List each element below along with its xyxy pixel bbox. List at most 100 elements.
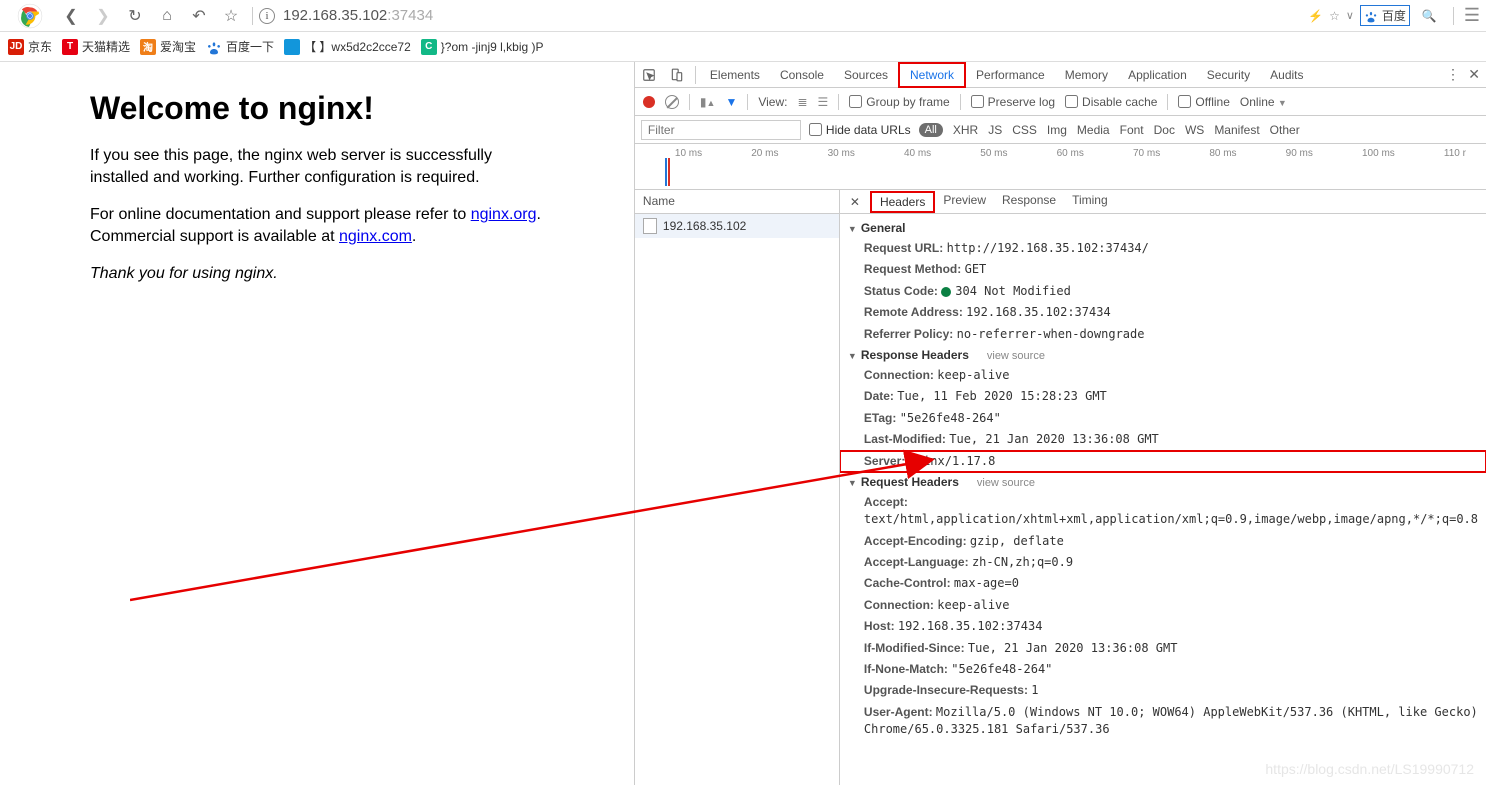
- undo-button[interactable]: ↶: [184, 2, 214, 30]
- bookmark-icon: T: [62, 39, 78, 55]
- offline-checkbox[interactable]: Offline: [1178, 95, 1229, 109]
- menu-icon[interactable]: ☰: [1464, 5, 1480, 26]
- record-button[interactable]: [643, 96, 655, 108]
- search-icon[interactable]: 🔍: [1422, 9, 1437, 23]
- tab-elements[interactable]: Elements: [700, 62, 770, 88]
- filter-input[interactable]: [641, 120, 801, 140]
- filter-type-all[interactable]: All: [919, 123, 943, 137]
- section-response-headers[interactable]: Response Headersview source: [840, 345, 1486, 365]
- header-row: Date: Tue, 11 Feb 2020 15:28:23 GMT: [840, 386, 1486, 407]
- preserve-log-checkbox[interactable]: Preserve log: [971, 95, 1055, 109]
- devtools-more-icon[interactable]: ⋮: [1446, 66, 1460, 83]
- devtools-close-icon[interactable]: ✕: [1468, 66, 1480, 83]
- clear-button[interactable]: [665, 95, 679, 109]
- tab-security[interactable]: Security: [1197, 62, 1260, 88]
- bookmark-item[interactable]: 淘爱淘宝: [140, 38, 196, 55]
- link-nginx-org[interactable]: nginx.org: [471, 206, 537, 223]
- bookmark-icon: [206, 39, 222, 55]
- tab-application[interactable]: Application: [1118, 62, 1197, 88]
- timeline-marker: [665, 158, 667, 186]
- request-list: Name 192.168.35.102: [635, 190, 840, 785]
- chevron-down-icon[interactable]: ∨: [1346, 9, 1354, 22]
- close-detail-icon[interactable]: ✕: [844, 195, 866, 209]
- filter-type-js[interactable]: JS: [988, 123, 1002, 137]
- page-content: Welcome to nginx! If you see this page, …: [0, 62, 634, 785]
- separator: [695, 66, 696, 84]
- tab-memory[interactable]: Memory: [1055, 62, 1118, 88]
- disable-cache-checkbox[interactable]: Disable cache: [1065, 95, 1157, 109]
- header-row: ETag: "5e26fe48-264": [840, 408, 1486, 429]
- bookmark-item[interactable]: C}?om -jinj9 l,kbig )P: [421, 39, 544, 55]
- filter-type-font[interactable]: Font: [1120, 123, 1144, 137]
- network-toolbar: ▮▲ ▼ View: ≣ ☰ Group by frame Preserve l…: [635, 88, 1486, 116]
- flash-icon[interactable]: ⚡: [1308, 9, 1323, 23]
- tab-sources[interactable]: Sources: [834, 62, 898, 88]
- tab-performance[interactable]: Performance: [966, 62, 1055, 88]
- reload-button[interactable]: ↻: [120, 2, 150, 30]
- bookmark-item[interactable]: T天猫精选: [62, 38, 130, 55]
- throttle-select[interactable]: Online ▼: [1240, 95, 1287, 109]
- bookmark-item[interactable]: 【 】wx5d2c2cce72: [284, 38, 411, 55]
- bookmark-label: 【 】wx5d2c2cce72: [304, 38, 411, 55]
- view-large-icon[interactable]: ≣: [797, 95, 807, 109]
- back-button[interactable]: ❮: [56, 2, 86, 30]
- detail-tab-timing[interactable]: Timing: [1064, 191, 1116, 213]
- filter-type-doc[interactable]: Doc: [1154, 123, 1175, 137]
- home-button[interactable]: ⌂: [152, 2, 182, 30]
- filter-type-css[interactable]: CSS: [1012, 123, 1037, 137]
- header-row: Referrer Policy: no-referrer-when-downgr…: [840, 324, 1486, 345]
- view-source-link[interactable]: view source: [977, 477, 1035, 489]
- detail-tab-preview[interactable]: Preview: [935, 191, 994, 213]
- link-nginx-com[interactable]: nginx.com: [339, 228, 412, 245]
- separator: [252, 7, 253, 25]
- header-row: Request Method: GET: [840, 259, 1486, 280]
- filter-type-ws[interactable]: WS: [1185, 123, 1204, 137]
- hide-data-urls-checkbox[interactable]: Hide data URLs: [809, 123, 911, 137]
- filter-type-media[interactable]: Media: [1077, 123, 1110, 137]
- header-row: Upgrade-Insecure-Requests: 1: [840, 680, 1486, 701]
- header-row: Request URL: http://192.168.35.102:37434…: [840, 238, 1486, 259]
- inspect-icon[interactable]: [635, 68, 663, 82]
- view-source-link[interactable]: view source: [987, 350, 1045, 362]
- network-timeline[interactable]: 10 ms20 ms30 ms40 ms50 ms60 ms70 ms80 ms…: [635, 144, 1486, 190]
- request-row[interactable]: 192.168.35.102: [635, 214, 839, 238]
- tab-network[interactable]: Network: [898, 62, 966, 88]
- request-list-header: Name: [635, 190, 839, 214]
- request-detail: ✕ HeadersPreviewResponseTiming GeneralRe…: [840, 190, 1486, 785]
- filter-type-other[interactable]: Other: [1270, 123, 1300, 137]
- group-by-frame-checkbox[interactable]: Group by frame: [849, 95, 949, 109]
- camera-icon[interactable]: ▮▲: [700, 95, 716, 109]
- search-engine-selector[interactable]: 百度: [1360, 5, 1410, 26]
- detail-tab-headers[interactable]: Headers: [870, 191, 935, 213]
- request-name: 192.168.35.102: [663, 219, 746, 233]
- header-row: Accept-Encoding: gzip, deflate: [840, 531, 1486, 552]
- forward-button[interactable]: ❯: [88, 2, 118, 30]
- site-info-icon[interactable]: i: [259, 8, 275, 24]
- address-bar[interactable]: 192.168.35.102:37434: [283, 7, 433, 24]
- tab-audits[interactable]: Audits: [1260, 62, 1313, 88]
- device-icon[interactable]: [663, 68, 691, 82]
- section-general[interactable]: General: [840, 218, 1486, 238]
- header-row: Cache-Control: max-age=0: [840, 573, 1486, 594]
- bookmark-item[interactable]: 百度一下: [206, 38, 274, 55]
- bookmark-item[interactable]: JD京东: [8, 38, 52, 55]
- detail-tab-response[interactable]: Response: [994, 191, 1064, 213]
- view-waterfall-icon[interactable]: ☰: [818, 95, 829, 109]
- bookmark-label: 京东: [28, 38, 52, 55]
- toolbar-right: ⚡ ☆ ∨ 百度 🔍 ☰: [1308, 5, 1480, 26]
- bookmark-star-icon[interactable]: ☆: [1329, 9, 1340, 23]
- network-filter-bar: Hide data URLs All XHR JS CSS Img Media Font Do…: [635, 116, 1486, 144]
- filter-type-img[interactable]: Img: [1047, 123, 1067, 137]
- url-host: 192.168.35.102: [283, 7, 387, 24]
- header-row: Status Code: 304 Not Modified: [840, 281, 1486, 302]
- tab-console[interactable]: Console: [770, 62, 834, 88]
- network-body: Name 192.168.35.102 ✕ HeadersPreviewResp…: [635, 190, 1486, 785]
- filter-type-xhr[interactable]: XHR: [953, 123, 978, 137]
- bookmark-label: 百度一下: [226, 38, 274, 55]
- filter-icon[interactable]: ▼: [725, 95, 737, 109]
- section-request-headers[interactable]: Request Headersview source: [840, 472, 1486, 492]
- page-paragraph-2: For online documentation and support ple…: [90, 204, 544, 247]
- star-button[interactable]: ☆: [216, 2, 246, 30]
- filter-type-manifest[interactable]: Manifest: [1214, 123, 1259, 137]
- bookmark-label: 天猫精选: [82, 38, 130, 55]
